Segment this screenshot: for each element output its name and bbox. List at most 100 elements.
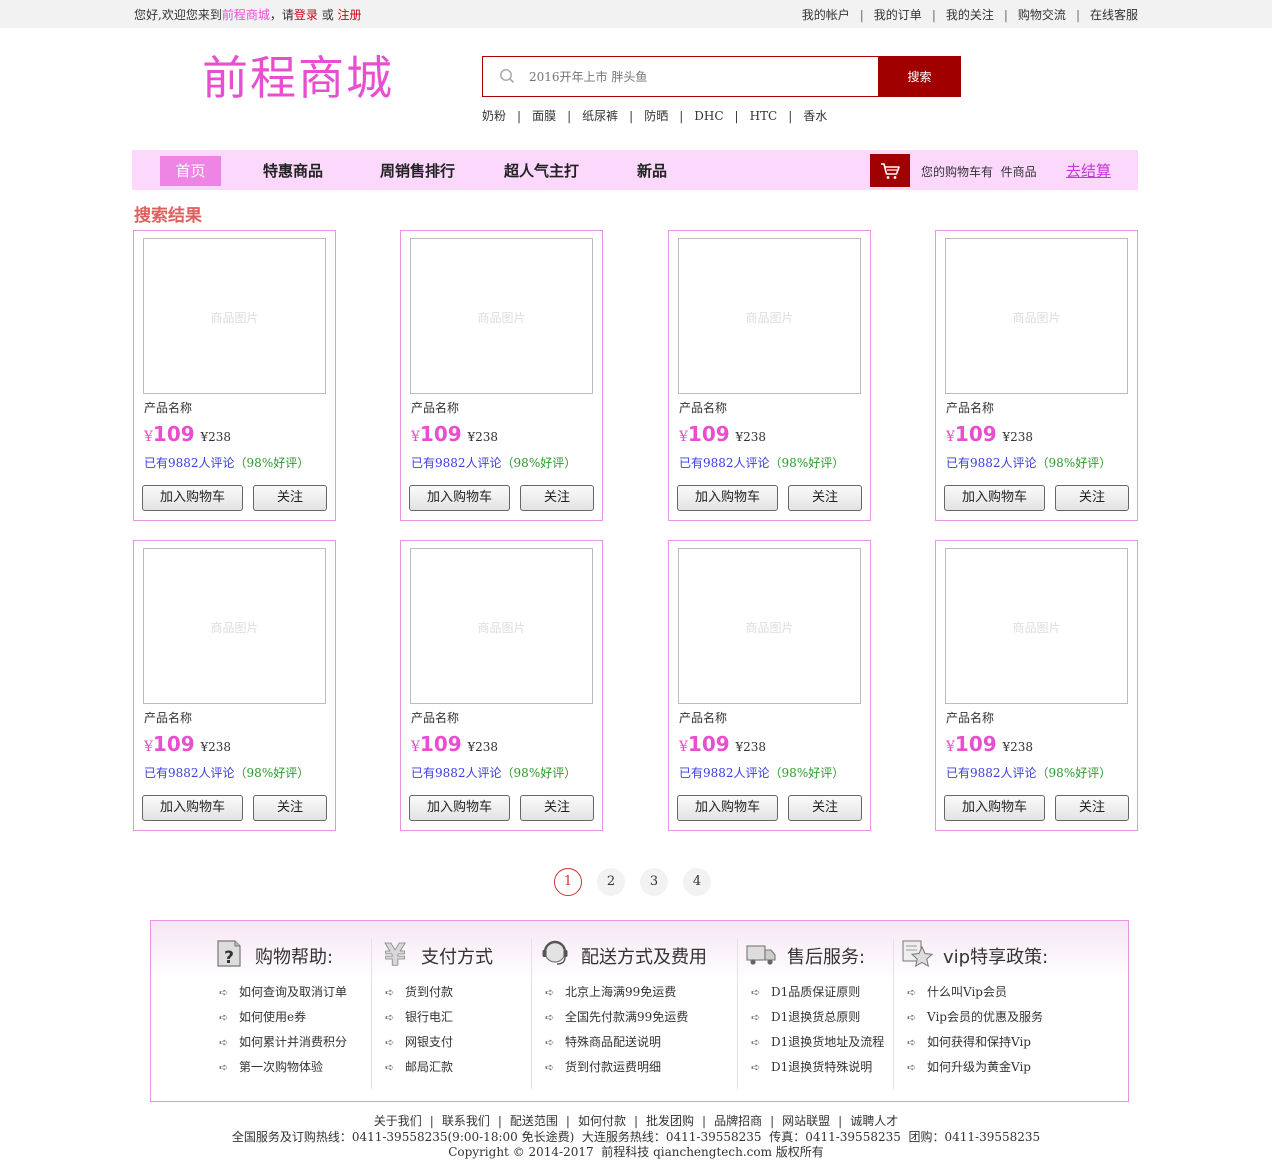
- nav-item-specials[interactable]: 特惠商品: [263, 156, 323, 186]
- product-review[interactable]: 已有9882人评论（98%好评）: [679, 764, 844, 781]
- product-card[interactable]: 商品图片 产品名称 ¥109 ¥238 已有9882人评论（98%好评） 加入购物车 关注: [668, 230, 871, 521]
- product-image[interactable]: 商品图片: [678, 238, 861, 394]
- product-name[interactable]: 产品名称: [144, 709, 192, 726]
- product-card[interactable]: 商品图片 产品名称 ¥109 ¥238 已有9882人评论（98%好评） 加入购物车 关注: [668, 540, 871, 831]
- product-card[interactable]: 商品图片 产品名称 ¥109 ¥238 已有9882人评论（98%好评） 加入购物车 关注: [133, 540, 336, 831]
- follow-button[interactable]: 关注: [253, 485, 327, 511]
- search-button[interactable]: 搜索: [878, 56, 961, 97]
- help-link[interactable]: ➪ 什么叫Vip会员: [907, 983, 1043, 1008]
- add-to-cart-button[interactable]: 加入购物车: [142, 485, 243, 511]
- product-name[interactable]: 产品名称: [946, 709, 994, 726]
- footer-link-delivery-area[interactable]: 配送范围: [510, 1114, 558, 1128]
- help-link[interactable]: ➪ 如何使用e券: [219, 1008, 347, 1033]
- cart-button[interactable]: [870, 154, 910, 187]
- help-link[interactable]: ➪ 邮局汇款: [385, 1058, 453, 1083]
- product-name[interactable]: 产品名称: [411, 709, 459, 726]
- page-4-button[interactable]: 4: [683, 868, 711, 896]
- site-name-link[interactable]: 前程商城: [222, 8, 270, 22]
- add-to-cart-button[interactable]: 加入购物车: [944, 795, 1045, 821]
- help-link[interactable]: ➪ 如何升级为黄金Vip: [907, 1058, 1043, 1083]
- nav-item-weekly-ranking[interactable]: 周销售排行: [380, 156, 455, 186]
- product-review[interactable]: 已有9882人评论（98%好评）: [144, 764, 309, 781]
- product-review[interactable]: 已有9882人评论（98%好评）: [411, 454, 576, 471]
- search-input[interactable]: [529, 57, 879, 96]
- help-link[interactable]: ➪ 网银支付: [385, 1033, 453, 1058]
- help-link[interactable]: ➪ 货到付款: [385, 983, 453, 1008]
- hot-keyword[interactable]: 纸尿裤: [582, 109, 618, 123]
- help-link[interactable]: ➪ 如何累计并消费积分: [219, 1033, 347, 1058]
- footer-link-jobs[interactable]: 诚聘人才: [850, 1114, 898, 1128]
- product-image[interactable]: 商品图片: [410, 238, 593, 394]
- footer-link-brand[interactable]: 品牌招商: [714, 1114, 762, 1128]
- nav-item-home[interactable]: 首页: [160, 156, 221, 186]
- hot-keyword[interactable]: DHC: [694, 109, 723, 123]
- follow-button[interactable]: 关注: [1055, 485, 1129, 511]
- site-logo[interactable]: 前程商城: [202, 42, 394, 108]
- help-link[interactable]: ➪ D1退换货地址及流程: [751, 1033, 884, 1058]
- hot-keyword[interactable]: 面膜: [532, 109, 556, 123]
- add-to-cart-button[interactable]: 加入购物车: [677, 485, 778, 511]
- add-to-cart-button[interactable]: 加入购物车: [409, 795, 510, 821]
- product-card[interactable]: 商品图片 产品名称 ¥109 ¥238 已有9882人评论（98%好评） 加入购物车 关注: [133, 230, 336, 521]
- product-review[interactable]: 已有9882人评论（98%好评）: [144, 454, 309, 471]
- product-image[interactable]: 商品图片: [945, 548, 1128, 704]
- add-to-cart-button[interactable]: 加入购物车: [142, 795, 243, 821]
- product-image[interactable]: 商品图片: [143, 238, 326, 394]
- product-name[interactable]: 产品名称: [144, 399, 192, 416]
- add-to-cart-button[interactable]: 加入购物车: [677, 795, 778, 821]
- follow-button[interactable]: 关注: [788, 485, 862, 511]
- footer-link-affiliate[interactable]: 网站联盟: [782, 1114, 830, 1128]
- help-link[interactable]: ➪ D1退换货特殊说明: [751, 1058, 884, 1083]
- nav-item-new[interactable]: 新品: [637, 156, 667, 186]
- hot-keyword[interactable]: HTC: [750, 109, 778, 123]
- product-image[interactable]: 商品图片: [143, 548, 326, 704]
- login-link[interactable]: 登录: [294, 8, 318, 22]
- page-3-button[interactable]: 3: [640, 868, 668, 896]
- page-1-button[interactable]: 1: [554, 868, 582, 896]
- help-link[interactable]: ➪ 银行电汇: [385, 1008, 453, 1033]
- help-link[interactable]: ➪ Vip会员的优惠及服务: [907, 1008, 1043, 1033]
- product-name[interactable]: 产品名称: [679, 399, 727, 416]
- product-review[interactable]: 已有9882人评论（98%好评）: [946, 454, 1111, 471]
- product-name[interactable]: 产品名称: [946, 399, 994, 416]
- footer-link-contact[interactable]: 联系我们: [442, 1114, 490, 1128]
- page-2-button[interactable]: 2: [597, 868, 625, 896]
- my-account-link[interactable]: 我的帐户: [802, 8, 850, 22]
- footer-link-payment[interactable]: 如何付款: [578, 1114, 626, 1128]
- my-follows-link[interactable]: 我的关注: [946, 8, 994, 22]
- my-orders-link[interactable]: 我的订单: [874, 8, 922, 22]
- help-link[interactable]: ➪ 货到付款运费明细: [545, 1058, 688, 1083]
- help-link[interactable]: ➪ D1品质保证原则: [751, 983, 884, 1008]
- help-link[interactable]: ➪ 全国先付款满99免运费: [545, 1008, 688, 1033]
- register-link[interactable]: 注册: [338, 8, 362, 22]
- product-card[interactable]: 商品图片 产品名称 ¥109 ¥238 已有9882人评论（98%好评） 加入购物车 关注: [935, 540, 1138, 831]
- product-image[interactable]: 商品图片: [945, 238, 1128, 394]
- help-link[interactable]: ➪ 第一次购物体验: [219, 1058, 347, 1083]
- help-link[interactable]: ➪ 特殊商品配送说明: [545, 1033, 688, 1058]
- follow-button[interactable]: 关注: [520, 795, 594, 821]
- product-name[interactable]: 产品名称: [679, 709, 727, 726]
- add-to-cart-button[interactable]: 加入购物车: [409, 485, 510, 511]
- help-link[interactable]: ➪ 如何获得和保持Vip: [907, 1033, 1043, 1058]
- product-name[interactable]: 产品名称: [411, 399, 459, 416]
- hot-keyword[interactable]: 香水: [803, 109, 827, 123]
- add-to-cart-button[interactable]: 加入购物车: [944, 485, 1045, 511]
- product-card[interactable]: 商品图片 产品名称 ¥109 ¥238 已有9882人评论（98%好评） 加入购物车 关注: [400, 540, 603, 831]
- product-review[interactable]: 已有9882人评论（98%好评）: [946, 764, 1111, 781]
- follow-button[interactable]: 关注: [788, 795, 862, 821]
- product-image[interactable]: 商品图片: [410, 548, 593, 704]
- help-link[interactable]: ➪ D1退换货总原则: [751, 1008, 884, 1033]
- follow-button[interactable]: 关注: [1055, 795, 1129, 821]
- hot-keyword[interactable]: 奶粉: [482, 109, 506, 123]
- checkout-link[interactable]: 去结算: [1066, 160, 1111, 181]
- nav-item-popular[interactable]: 超人气主打: [504, 156, 579, 186]
- follow-button[interactable]: 关注: [520, 485, 594, 511]
- hot-keyword[interactable]: 防晒: [644, 109, 668, 123]
- product-card[interactable]: 商品图片 产品名称 ¥109 ¥238 已有9882人评论（98%好评） 加入购物车 关注: [400, 230, 603, 521]
- help-link[interactable]: ➪ 北京上海满99免运费: [545, 983, 688, 1008]
- shopping-forum-link[interactable]: 购物交流: [1018, 8, 1066, 22]
- product-card[interactable]: 商品图片 产品名称 ¥109 ¥238 已有9882人评论（98%好评） 加入购物车 关注: [935, 230, 1138, 521]
- footer-link-wholesale[interactable]: 批发团购: [646, 1114, 694, 1128]
- online-service-link[interactable]: 在线客服: [1090, 8, 1138, 22]
- follow-button[interactable]: 关注: [253, 795, 327, 821]
